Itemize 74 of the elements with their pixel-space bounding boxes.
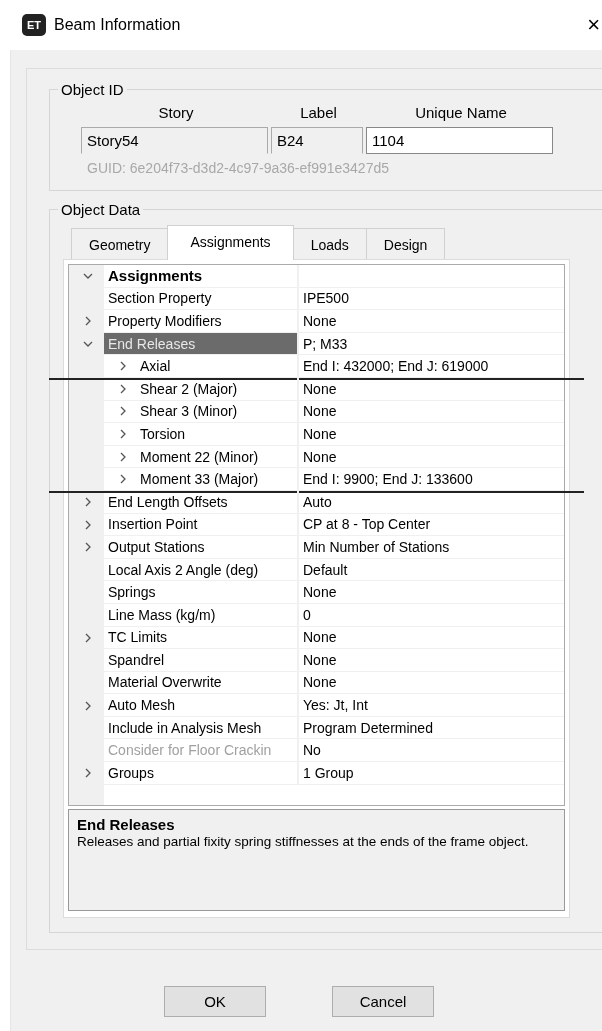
property-name[interactable]: Local Axis 2 Angle (deg) <box>104 560 263 579</box>
property-value: None <box>303 674 337 691</box>
property-name[interactable]: Output Stations <box>104 537 209 556</box>
column-header: Label <box>299 104 338 123</box>
group-title: Object ID <box>60 81 125 98</box>
close-button[interactable]: × <box>587 12 600 38</box>
property-value: End I: 432000; End J: 619000 <box>303 358 489 375</box>
property-name[interactable]: Material Overwrite <box>104 673 226 692</box>
property-value: End I: 9900; End J: 133600 <box>303 471 473 488</box>
column-header: Unique Name <box>414 104 508 123</box>
property-name[interactable]: End Length Offsets <box>104 492 232 511</box>
chevron-right-icon[interactable] <box>118 406 128 417</box>
dialog-button[interactable]: Cancel <box>332 986 434 1017</box>
app-logo-icon: ET <box>22 14 46 36</box>
property-value: Min Number of Stations <box>303 538 450 555</box>
property-name[interactable]: Axial <box>136 357 175 376</box>
chevron-right-icon[interactable] <box>118 428 128 439</box>
property-name[interactable]: Section Property <box>104 289 216 308</box>
chevron-right-icon[interactable] <box>118 383 128 394</box>
description-title: End Releases <box>77 816 176 833</box>
property-name[interactable]: Spandrel <box>104 650 169 669</box>
property-value: Yes: Jt, Int <box>303 697 368 714</box>
property-name[interactable]: TC Limits <box>104 628 172 647</box>
property-name[interactable]: Moment 33 (Major) <box>136 470 263 489</box>
property-value: Program Determined <box>303 719 433 736</box>
property-name[interactable]: Line Mass (kg/m) <box>104 605 220 624</box>
property-name[interactable]: Moment 22 (Minor) <box>136 447 263 466</box>
property-name[interactable]: Auto Mesh <box>104 696 179 715</box>
property-name[interactable]: Insertion Point <box>104 515 202 534</box>
chevron-right-icon[interactable] <box>83 519 93 530</box>
window-title: Beam Information <box>54 16 181 34</box>
property-value: Auto <box>303 493 332 510</box>
chevron-right-icon[interactable] <box>118 361 128 372</box>
tab[interactable]: Assignments <box>167 225 294 260</box>
chevron-right-icon[interactable] <box>83 700 93 711</box>
property-name[interactable]: Property Modifiers <box>104 312 226 330</box>
property-name[interactable]: Shear 2 (Major) <box>136 379 242 398</box>
property-name[interactable]: Springs <box>104 583 160 602</box>
chevron-right-icon[interactable] <box>83 768 93 779</box>
property-value: P; M33 <box>303 335 348 352</box>
property-name[interactable]: Shear 3 (Minor) <box>136 402 242 421</box>
chevron-right-icon[interactable] <box>83 316 93 327</box>
column-header: Story <box>157 104 195 123</box>
property-value: 0 <box>303 606 311 623</box>
group-title: Object Data <box>60 201 142 218</box>
chevron-right-icon[interactable] <box>118 474 128 485</box>
chevron-right-icon[interactable] <box>83 497 93 508</box>
chevron-right-icon[interactable] <box>118 451 128 462</box>
property-value: CP at 8 - Top Center <box>303 516 431 533</box>
description-text: Releases and partial fixity spring stiffnesses at the ends of the frame object. <box>77 833 530 851</box>
tree-header[interactable]: Assignments <box>104 266 207 286</box>
property-value: None <box>303 380 337 397</box>
property-value: None <box>303 448 337 465</box>
property-value: None <box>303 651 337 668</box>
property-value: IPE500 <box>303 290 349 307</box>
property-value: 1 Group <box>303 764 354 781</box>
chevron-right-icon[interactable] <box>83 542 93 553</box>
text-field[interactable]: 1104 <box>366 127 553 154</box>
dialog-button[interactable]: OK <box>164 986 266 1017</box>
property-name[interactable]: Groups <box>104 763 158 782</box>
tab[interactable]: Geometry <box>71 228 169 259</box>
tab[interactable]: Design <box>365 228 446 259</box>
property-name[interactable]: Include in Analysis Mesh <box>104 718 266 737</box>
property-value: No <box>303 742 321 759</box>
property-value: None <box>303 584 337 601</box>
property-value: None <box>303 629 337 646</box>
property-value: None <box>303 425 337 442</box>
property-value: None <box>303 403 337 420</box>
property-value: None <box>303 313 337 329</box>
chevron-right-icon[interactable] <box>83 632 93 643</box>
guid-text: GUID: 6e204f73-d3d2-4c97-9a36-ef991e3427d5 <box>87 160 390 176</box>
property-name[interactable]: Torsion <box>136 424 190 443</box>
property-value: Default <box>303 561 348 578</box>
property-name[interactable]: End Releases <box>104 332 297 355</box>
